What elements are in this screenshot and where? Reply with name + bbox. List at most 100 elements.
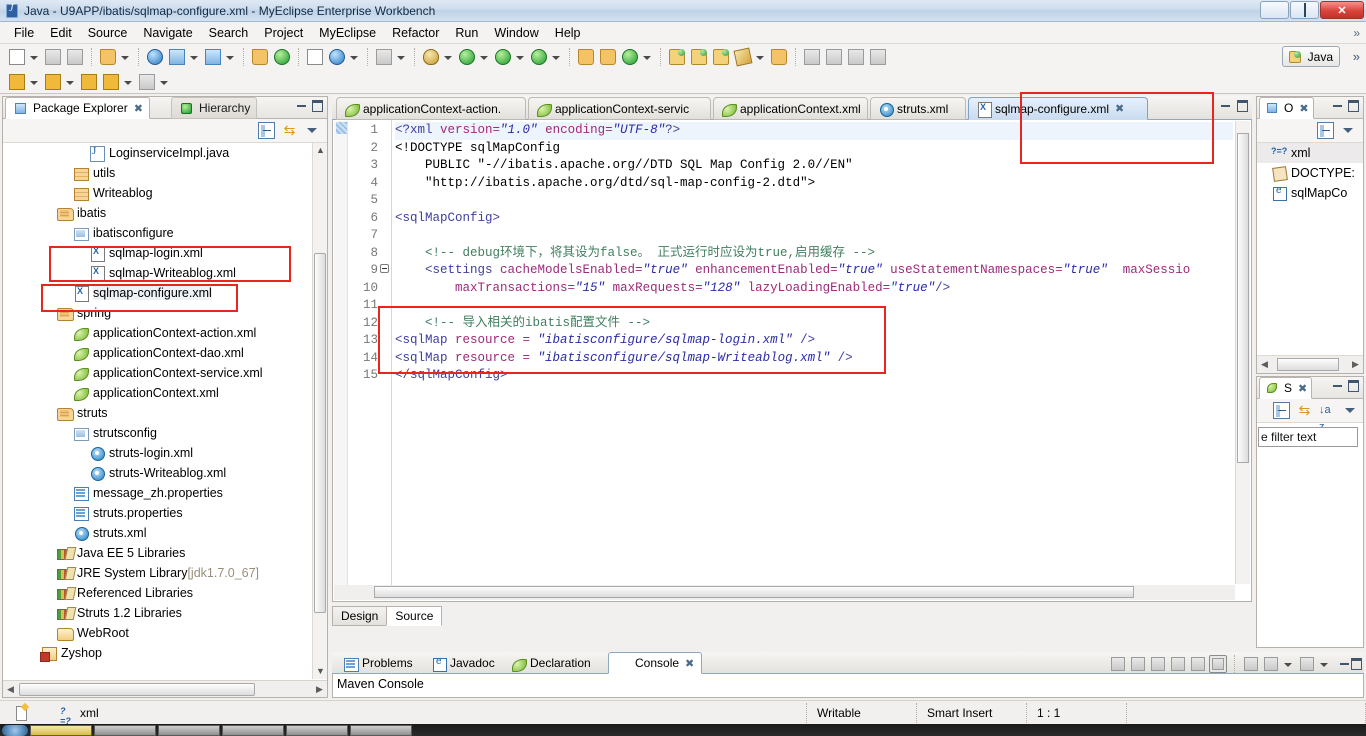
edit-dropdown-arrow[interactable]	[754, 47, 765, 67]
editor-tab-applicationcontext-servic[interactable]: applicationContext-servic	[528, 97, 711, 120]
editor-marker-gutter[interactable]	[334, 121, 348, 585]
open-type-3-icon[interactable]	[711, 47, 731, 67]
remove-launch-icon[interactable]	[1129, 655, 1147, 673]
tree-item-applicationcontext-xml[interactable]: applicationContext.xml	[3, 383, 327, 403]
editor-tab-applicationcontext-action[interactable]: applicationContext-action.	[336, 97, 526, 120]
tree-item-struts-login-xml[interactable]: struts-login.xml	[3, 443, 327, 463]
code-line[interactable]: maxTransactions="15" maxRequests="128" l…	[395, 280, 1233, 298]
collapse-all-icon[interactable]	[1317, 122, 1334, 139]
tree-item-applicationcontext-service-xml[interactable]: applicationContext-service.xml	[3, 363, 327, 383]
run-config-dropdown-arrow[interactable]	[514, 47, 525, 67]
code-line[interactable]: <?xml version="1.0" encoding="UTF-8"?>	[395, 122, 1233, 140]
editor-vscrollbar[interactable]	[1235, 121, 1250, 584]
tab-package-explorer[interactable]: Package Explorer ✖	[5, 97, 150, 119]
tree-item-ibatis[interactable]: ibatis	[3, 203, 327, 223]
filter-input[interactable]: e filter text	[1258, 427, 1358, 447]
scroll-up-arrow[interactable]: ▲	[315, 145, 326, 156]
forward-dropdown-arrow[interactable]	[158, 72, 169, 92]
menu-source[interactable]: Source	[80, 24, 136, 42]
export-deploy-icon[interactable]	[98, 47, 118, 67]
tree-item-applicationcontext-dao-xml[interactable]: applicationContext-dao.xml	[3, 343, 327, 363]
tree-item-jre-system-library[interactable]: JRE System Library [jdk1.7.0_67]	[3, 563, 327, 583]
console-output[interactable]: Maven Console	[332, 674, 1364, 698]
menu-window[interactable]: Window	[486, 24, 546, 42]
edit-icon[interactable]	[733, 47, 753, 67]
editor-mode-tab-source[interactable]: Source	[386, 606, 443, 626]
taskbar-item[interactable]	[350, 724, 412, 736]
console-tab-problems[interactable]: Problems	[336, 652, 420, 674]
tree-item-spring[interactable]: spring	[3, 303, 327, 323]
forward-icon[interactable]	[137, 72, 157, 92]
editor-mode-tab-design[interactable]: Design	[332, 606, 388, 626]
console-tab-console[interactable]: Console ✖	[608, 652, 703, 674]
database-explorer-icon[interactable]	[250, 47, 270, 67]
console-tab-javadoc[interactable]: Javadoc	[424, 652, 502, 674]
close-icon[interactable]: ✖	[685, 657, 694, 670]
code-line[interactable]: <sqlMapConfig>	[395, 210, 1233, 228]
tree-item-java-ee-5-libraries[interactable]: Java EE 5 Libraries	[3, 543, 327, 563]
menu-navigate[interactable]: Navigate	[135, 24, 200, 42]
close-icon[interactable]: ✖	[1298, 382, 1307, 395]
taskbar-item[interactable]	[30, 724, 92, 736]
code-line[interactable]: <!-- debug环境下，将其设为false。 正式运行时应设为true,启用…	[395, 245, 1233, 263]
previous-annotation-icon[interactable]	[7, 72, 27, 92]
back-icon[interactable]	[101, 72, 121, 92]
maximize-button[interactable]	[1290, 1, 1319, 19]
tree-item-struts-xml[interactable]: struts.xml	[3, 523, 327, 543]
save-icon[interactable]	[43, 47, 63, 67]
source-editor[interactable]: 1 2 3 4 5 6 7 8 9 10 11 12 13 14 15 <?xml version="1.0…	[332, 120, 1252, 602]
tree-item-utils[interactable]: utils	[3, 163, 327, 183]
view-menu-icon[interactable]	[304, 122, 321, 139]
external-tools-icon[interactable]	[576, 47, 596, 67]
scroll-left-arrow[interactable]: ◀	[1259, 359, 1270, 370]
code-line[interactable]	[395, 297, 1233, 315]
new-package-icon[interactable]	[598, 47, 618, 67]
open-dropdown-arrow[interactable]	[1318, 654, 1329, 674]
tree-item-sqlmap-login-xml[interactable]: sqlmap-login.xml	[3, 243, 327, 263]
menu-overflow-icon[interactable]: »	[1353, 26, 1360, 40]
search-icon[interactable]	[620, 47, 640, 67]
minimize-icon[interactable]	[1333, 385, 1342, 387]
code-line[interactable]: </sqlMapConfig>	[395, 367, 1233, 385]
run-server-icon[interactable]	[167, 47, 187, 67]
minimize-button[interactable]	[1260, 1, 1289, 19]
new-wizard-icon[interactable]	[7, 47, 27, 67]
taskbar-item[interactable]	[158, 724, 220, 736]
tree-item-sqlmap-writeablog-xml[interactable]: sqlmap-Writeablog.xml	[3, 263, 327, 283]
web-service-dropdown-arrow[interactable]	[348, 47, 359, 67]
scroll-right-arrow[interactable]: ▶	[314, 684, 325, 695]
web-service-icon[interactable]	[327, 47, 347, 67]
taskbar-item[interactable]	[94, 724, 156, 736]
snapshot-dropdown-arrow[interactable]	[395, 47, 406, 67]
expand-all-icon[interactable]	[846, 47, 866, 67]
remove-all-icon[interactable]	[1149, 655, 1167, 673]
close-icon[interactable]: ✖	[134, 102, 143, 115]
minimize-icon[interactable]	[297, 105, 306, 107]
debug-dropdown-arrow[interactable]	[442, 47, 453, 67]
code-line[interactable]: <settings cacheModelsEnabled="true" enha…	[395, 262, 1233, 280]
editor-tab-applicationcontext-xml[interactable]: applicationContext.xml	[713, 97, 868, 120]
run-config-icon[interactable]	[493, 47, 513, 67]
code-line[interactable]: <!DOCTYPE sqlMapConfig	[395, 140, 1233, 158]
maximize-icon[interactable]	[1348, 380, 1359, 392]
outline-item-xml[interactable]: xml	[1257, 143, 1363, 163]
terminate-icon[interactable]	[1109, 655, 1127, 673]
menu-edit[interactable]: Edit	[42, 24, 80, 42]
code-content[interactable]: <?xml version="1.0" encoding="UTF-8"?> <!…	[395, 122, 1233, 385]
scroll-thumb[interactable]	[1237, 133, 1249, 463]
back-history-icon[interactable]	[79, 72, 99, 92]
code-line[interactable]: <!-- 导入相关的ibatis配置文件 -->	[395, 315, 1233, 333]
menu-myeclipse[interactable]: MyEclipse	[311, 24, 384, 42]
open-type-icon[interactable]	[667, 47, 687, 67]
maximize-icon[interactable]	[1237, 100, 1248, 112]
menu-run[interactable]: Run	[447, 24, 486, 42]
profile-dropdown-arrow[interactable]	[550, 47, 561, 67]
scroll-thumb[interactable]	[314, 253, 326, 613]
collapse-all-icon[interactable]	[1273, 402, 1290, 419]
collapse-all-icon[interactable]	[258, 122, 275, 139]
scroll-left-arrow[interactable]: ◀	[5, 684, 16, 695]
collapse-all-icon[interactable]	[868, 47, 888, 67]
scroll-thumb[interactable]	[19, 683, 255, 696]
debug-icon[interactable]	[421, 47, 441, 67]
snapshot-icon[interactable]	[374, 47, 394, 67]
